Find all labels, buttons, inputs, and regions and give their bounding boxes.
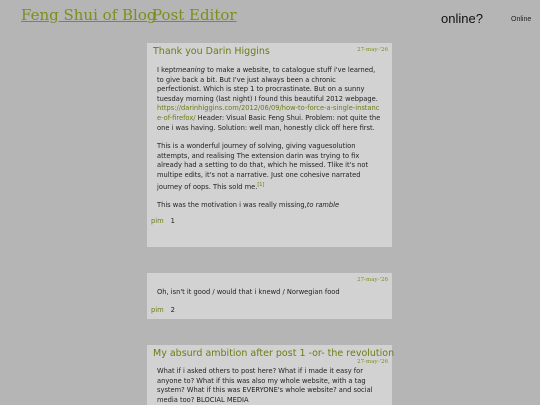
post-title[interactable]: My absurd ambition after post 1 -or- the… <box>153 348 394 359</box>
post-card: My absurd ambition after post 1 -or- the… <box>147 345 394 405</box>
post-date: 27-may-'26 <box>357 359 388 365</box>
post-number: 1 <box>170 216 175 225</box>
post-body: Oh, isn't it good / would that i knewd /… <box>157 288 340 296</box>
post-footer: pim 1 <box>147 217 392 225</box>
brand-link[interactable]: Feng Shui of Blog <box>21 6 156 24</box>
online-question: online? <box>441 11 483 26</box>
post-editor-link[interactable]: Post Editor <box>152 6 237 24</box>
online-status: Online <box>511 16 532 23</box>
post-title[interactable]: Thank you Darin Higgins <box>153 46 270 57</box>
post-date: 27-may-'26 <box>357 47 388 53</box>
post-card: 27-may-'26 Oh, isn't it good / would tha… <box>147 273 392 319</box>
author-link[interactable]: pim <box>151 306 164 314</box>
post-body: I keptmeaning to make a website, to cata… <box>157 66 381 210</box>
post-card: Thank you Darin Higgins 27-may-'26 I kep… <box>147 43 392 247</box>
post-date: 27-may-'26 <box>357 277 388 283</box>
post-footer: pim 2 <box>147 306 392 314</box>
post-body: What if i asked others to post here? Wha… <box>157 367 373 404</box>
site-header: Feng Shui of Blog Post Editor online? On… <box>0 0 540 34</box>
post-number: 2 <box>170 305 175 314</box>
author-link[interactable]: pim <box>151 217 164 225</box>
footnote-link[interactable]: [1] <box>257 182 264 188</box>
